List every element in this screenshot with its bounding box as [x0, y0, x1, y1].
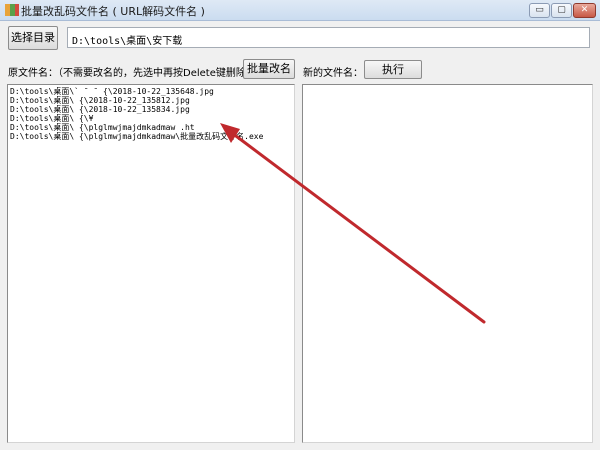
new-names-label: 新的文件名： — [303, 68, 363, 79]
list-item[interactable]: D:\tools\桌面\` ¯ ¯ {\2018-10-22_135648.jp… — [10, 87, 214, 96]
title-bar: 批量改乱码文件名 ( URL解码文件名 ) ▭ ▢ ✕ — [0, 0, 600, 21]
list-item[interactable]: D:\tools\桌面\ {\2018-10-22_135812.jpg — [10, 96, 190, 105]
app-icon — [5, 4, 19, 16]
minimize-icon: ▭ — [535, 5, 544, 15]
list-item[interactable]: D:\tools\桌面\ {\¥ — [10, 114, 93, 123]
minimize-button[interactable]: ▭ — [529, 3, 550, 18]
directory-path-input[interactable]: D:\tools\桌面\安下载 — [67, 27, 590, 48]
new-names-list[interactable] — [302, 84, 593, 443]
close-icon: ✕ — [580, 5, 589, 15]
list-item[interactable]: D:\tools\桌面\ {\plglmwjmajdmkadmaw\批量改乱码文… — [10, 132, 263, 141]
execute-button[interactable]: 执行 — [364, 60, 422, 79]
list-item[interactable]: D:\tools\桌面\ {\2018-10-22_135834.jpg — [10, 105, 190, 114]
maximize-icon: ▢ — [557, 5, 566, 15]
original-names-label: 原文件名：（不需要改名的，先选中再按Delete键删除） — [8, 68, 256, 79]
list-item[interactable]: D:\tools\桌面\ {\plglmwjmajdmkadmaw .ht — [10, 123, 195, 132]
original-names-list[interactable]: D:\tools\桌面\` ¯ ¯ {\2018-10-22_135648.jp… — [7, 84, 295, 443]
maximize-button[interactable]: ▢ — [551, 3, 572, 18]
window-title: 批量改乱码文件名 ( URL解码文件名 ) — [21, 5, 205, 18]
batch-rename-button[interactable]: 批量改名 — [243, 59, 295, 79]
close-button[interactable]: ✕ — [573, 3, 596, 18]
select-directory-button[interactable]: 选择目录 — [8, 26, 58, 50]
